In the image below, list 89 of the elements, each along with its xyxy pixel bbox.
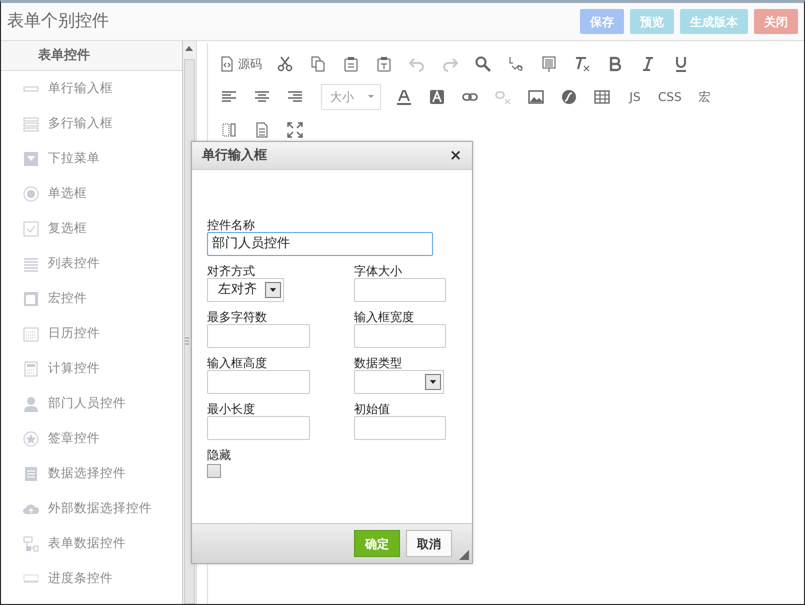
background-color-icon (429, 88, 445, 104)
sidebar-item[interactable]: 表单数据控件 (1, 526, 182, 561)
align-right-icon (287, 88, 303, 104)
star-icon (23, 430, 39, 446)
fullscreen-icon (287, 122, 303, 138)
sidebar-item[interactable]: 列表控件 (1, 246, 182, 281)
close-button[interactable]: 关闭 (754, 9, 798, 34)
resize-handle[interactable] (459, 550, 469, 560)
unlink-icon (495, 88, 511, 104)
splitter-handle[interactable] (185, 337, 189, 345)
paste-text-icon (376, 56, 392, 72)
checkbox[interactable] (207, 464, 221, 478)
input-field[interactable] (354, 416, 446, 440)
dialog-title: 单行输入框 (202, 146, 267, 165)
input-field[interactable] (354, 278, 446, 302)
sidebar-title: 表单控件 (1, 41, 182, 71)
align-center-icon (254, 88, 270, 104)
toolbar-button[interactable]: CSS (655, 84, 685, 108)
checkbox-icon (23, 220, 39, 236)
input-field[interactable] (354, 324, 446, 348)
dropdown-icon (23, 150, 39, 166)
page-break-icon (221, 122, 237, 138)
sidebar-item[interactable]: 签章控件 (1, 421, 182, 456)
sidebar-item[interactable]: 单选框 (1, 176, 182, 211)
font-size-select[interactable]: 大小 (321, 84, 381, 110)
form-icon (541, 56, 557, 72)
list-icon (23, 256, 39, 272)
field-label: 字体大小 (354, 264, 403, 278)
sidebar-item[interactable]: 进度条控件 (1, 561, 182, 596)
diagram-icon (23, 536, 39, 552)
clear-format-icon (574, 56, 590, 72)
toolbar-button[interactable]: 宏 (692, 84, 718, 108)
text-color-icon (396, 88, 412, 104)
sidebar-item[interactable]: 数据选择控件 (1, 456, 182, 491)
sidebar-item[interactable]: 单行输入框 (1, 71, 182, 106)
field-label: 最小长度 (207, 402, 256, 416)
bold-icon (607, 56, 623, 72)
confirm-button[interactable]: 确定 (354, 530, 400, 557)
image-icon (528, 88, 544, 104)
input-field[interactable] (207, 370, 310, 394)
sidebar-item[interactable]: 宏控件 (1, 281, 182, 316)
person-icon (23, 396, 39, 412)
cancel-button[interactable]: 取消 (406, 530, 452, 557)
flash-icon (561, 88, 577, 104)
select-field[interactable]: 左对齐 (207, 278, 284, 302)
scroll-up-icon[interactable] (185, 45, 193, 51)
sidebar-item[interactable]: 多行输入框 (1, 106, 182, 141)
close-button[interactable]: × (449, 148, 462, 163)
paste-icon (343, 56, 359, 72)
field-label: 数据类型 (354, 356, 403, 370)
field-label: 初始值 (354, 402, 391, 416)
field-label: 最多字符数 (207, 310, 268, 324)
field-label: 对齐方式 (207, 264, 256, 278)
sidebar-item[interactable]: 外部数据选择控件 (1, 491, 182, 526)
window-icon (23, 290, 39, 306)
sidebar-item[interactable]: 复选框 (1, 211, 182, 246)
underline-icon (673, 56, 689, 72)
toolbar-button[interactable]: JS (622, 84, 648, 108)
calendar-icon (23, 326, 39, 342)
field-label: 输入框宽度 (354, 310, 415, 324)
table-icon (594, 88, 610, 104)
field-label: 输入框高度 (207, 356, 268, 370)
italic-icon (640, 56, 656, 72)
document-icon (23, 466, 39, 482)
page-title: 表单个别控件 (7, 10, 109, 33)
select-field[interactable] (354, 370, 444, 394)
document-icon (254, 122, 270, 138)
radio-icon (23, 186, 39, 202)
field-label: 隐藏 (207, 448, 232, 462)
caret-icon (368, 95, 374, 98)
align-left-icon (221, 88, 237, 104)
input-field[interactable] (207, 324, 310, 348)
copy-icon (310, 56, 326, 72)
sidebar-item[interactable]: 计算控件 (1, 351, 182, 386)
source-button[interactable]: 源码 (216, 52, 265, 76)
input-field[interactable]: 部门人员控件 (207, 232, 433, 256)
sidebar-item[interactable]: 下拉菜单 (1, 141, 182, 176)
search-icon (475, 56, 491, 72)
sidebar-item[interactable]: 部门人员控件 (1, 386, 182, 421)
cut-icon (277, 56, 293, 72)
undo-icon (409, 56, 425, 72)
source-icon (219, 56, 235, 72)
save-button[interactable]: 保存 (580, 9, 624, 34)
redo-icon (442, 56, 458, 72)
calculator-icon (23, 360, 39, 376)
sidebar-item[interactable]: 日历控件 (1, 316, 182, 351)
lines-icon (23, 116, 39, 132)
field-label: 控件名称 (207, 218, 256, 232)
input-field[interactable] (207, 416, 310, 440)
